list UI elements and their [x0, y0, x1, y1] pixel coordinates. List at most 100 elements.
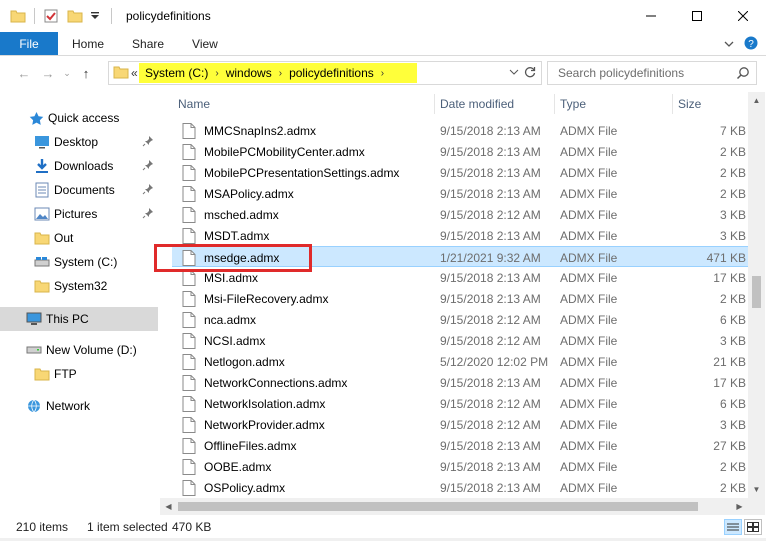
- scroll-left-icon[interactable]: ◀: [160, 498, 177, 515]
- nav-item-documents[interactable]: Documents: [0, 179, 158, 201]
- nav-item-ftp[interactable]: FTP: [0, 363, 158, 385]
- address-overflow[interactable]: «: [131, 66, 138, 80]
- nav-label: System32: [54, 279, 108, 293]
- horizontal-scroll-thumb[interactable]: [178, 502, 698, 511]
- file-name-cell: NCSI.admx: [182, 330, 265, 351]
- file-size: 7 KB: [719, 123, 746, 138]
- pin-icon[interactable]: [142, 135, 154, 150]
- column-header-type[interactable]: Type: [554, 92, 672, 116]
- maximize-button[interactable]: [674, 0, 720, 32]
- table-row[interactable]: OSPolicy.admx 9/15/2018 2:13 AM ADMX File 2…: [172, 477, 748, 498]
- table-row[interactable]: Netlogon.admx 5/12/2020 12:02 PM ADMX File…: [172, 351, 748, 372]
- properties-icon[interactable]: [43, 8, 59, 24]
- pin-icon[interactable]: [142, 159, 154, 174]
- file-size: 2 KB: [719, 480, 746, 495]
- nav-item-out[interactable]: Out: [0, 227, 158, 249]
- search-icon[interactable]: [736, 66, 750, 83]
- table-row[interactable]: MSDT.admx 9/15/2018 2:13 AM ADMX File 3 KB: [172, 225, 748, 246]
- search-placeholder: Search policydefinitions: [558, 66, 685, 80]
- chevron-right-icon[interactable]: ›: [378, 68, 387, 79]
- tab-file[interactable]: File: [0, 32, 58, 55]
- address-bar[interactable]: « System (C:) › windows › policydefiniti…: [108, 61, 542, 85]
- search-box[interactable]: Search policydefinitions: [547, 61, 757, 85]
- back-button[interactable]: ←: [12, 61, 36, 85]
- file-icon: [182, 122, 198, 139]
- new-folder-icon[interactable]: [67, 8, 83, 24]
- tab-share[interactable]: Share: [118, 32, 178, 55]
- forward-button[interactable]: →: [36, 61, 60, 85]
- table-row[interactable]: Msi-FileRecovery.admx 9/15/2018 2:13 AM AD…: [172, 288, 748, 309]
- nav-item-desktop[interactable]: Desktop: [0, 131, 158, 153]
- table-row[interactable]: NetworkConnections.admx 9/15/2018 2:13 AM…: [172, 372, 748, 393]
- breadcrumb-policydefinitions[interactable]: policydefinitions: [285, 66, 378, 80]
- file-date: 9/15/2018 2:13 AM: [440, 144, 541, 159]
- table-row[interactable]: nca.admx 9/15/2018 2:12 AM ADMX File 6 KB: [172, 309, 748, 330]
- nav-item-network[interactable]: Network: [0, 395, 158, 417]
- horizontal-scrollbar[interactable]: ◀ ▶: [160, 498, 748, 515]
- breadcrumb-windows[interactable]: windows: [222, 66, 276, 80]
- folder-icon[interactable]: [10, 8, 26, 24]
- table-row[interactable]: MobilePCPresentationSettings.admx 9/15/20…: [172, 162, 748, 183]
- file-size: 2 KB: [719, 291, 746, 306]
- file-date: 9/15/2018 2:13 AM: [440, 375, 541, 390]
- nav-item-this-pc[interactable]: This PC: [0, 307, 158, 331]
- file-icon: [182, 227, 198, 244]
- scroll-up-icon[interactable]: ▲: [748, 92, 765, 109]
- pin-icon[interactable]: [142, 183, 154, 198]
- tab-view[interactable]: View: [178, 32, 232, 55]
- table-row[interactable]: msched.admx 9/15/2018 2:12 AM ADMX File 3 K…: [172, 204, 748, 225]
- up-button[interactable]: ↑: [74, 61, 98, 85]
- nav-label: FTP: [54, 367, 77, 381]
- minimize-button[interactable]: [628, 0, 674, 32]
- tab-home[interactable]: Home: [58, 32, 118, 55]
- table-row[interactable]: MSAPolicy.admx 9/15/2018 2:13 AM ADMX File…: [172, 183, 748, 204]
- chevron-right-icon[interactable]: ›: [212, 68, 221, 79]
- pin-icon[interactable]: [142, 207, 154, 222]
- file-name: nca.admx: [204, 312, 257, 327]
- nav-item-system-c[interactable]: System (C:): [0, 251, 158, 273]
- address-dropdown-icon[interactable]: [509, 66, 519, 80]
- drive-icon: [34, 254, 50, 270]
- breadcrumb-system-c[interactable]: System (C:): [141, 66, 212, 80]
- table-row[interactable]: MobilePCMobilityCenter.admx 9/15/2018 2:1…: [172, 141, 748, 162]
- table-row[interactable]: OfflineFiles.admx 9/15/2018 2:13 AM ADMX F…: [172, 435, 748, 456]
- vertical-scrollbar[interactable]: ▲ ▼: [748, 92, 765, 498]
- file-name: Msi-FileRecovery.admx: [204, 291, 329, 306]
- recent-locations-button[interactable]: ⌄: [60, 61, 74, 85]
- nav-item-system32[interactable]: System32: [0, 275, 158, 297]
- column-header-name[interactable]: Name: [172, 92, 434, 116]
- column-header-size[interactable]: Size: [672, 92, 748, 116]
- scroll-down-icon[interactable]: ▼: [748, 481, 765, 498]
- nav-item-pictures[interactable]: Pictures: [0, 203, 158, 225]
- chevron-right-icon[interactable]: ›: [276, 68, 285, 79]
- help-icon[interactable]: ?: [744, 36, 758, 53]
- nav-item-quick-access[interactable]: Quick access: [0, 107, 158, 129]
- file-name: OOBE.admx: [204, 459, 272, 474]
- details-view-button[interactable]: [724, 519, 742, 535]
- scroll-right-icon[interactable]: ▶: [731, 498, 748, 515]
- close-button[interactable]: [720, 0, 766, 32]
- table-row[interactable]: OOBE.admx 9/15/2018 2:13 AM ADMX File 2 KB: [172, 456, 748, 477]
- file-icon: [182, 311, 198, 328]
- customize-qat-icon[interactable]: [87, 8, 103, 24]
- refresh-icon[interactable]: [523, 65, 537, 82]
- chevron-down-icon[interactable]: [724, 37, 734, 51]
- pc-icon: [26, 311, 42, 327]
- file-name: OfflineFiles.admx: [204, 438, 297, 453]
- table-row[interactable]: NetworkIsolation.admx 9/15/2018 2:12 AM AD…: [172, 393, 748, 414]
- file-type: ADMX File: [560, 186, 618, 201]
- table-row[interactable]: NCSI.admx 9/15/2018 2:12 AM ADMX File 3 KB: [172, 330, 748, 351]
- nav-item-downloads[interactable]: Downloads: [0, 155, 158, 177]
- vertical-scroll-thumb[interactable]: [752, 276, 761, 308]
- large-icons-view-button[interactable]: [744, 519, 762, 535]
- file-name-cell: Netlogon.admx: [182, 351, 285, 372]
- folder-icon: [34, 230, 50, 246]
- table-row[interactable]: NetworkProvider.admx 9/15/2018 2:12 AM ADM…: [172, 414, 748, 435]
- file-name-cell: MSAPolicy.admx: [182, 183, 294, 204]
- table-row[interactable]: MMCSnapIns2.admx 9/15/2018 2:13 AM ADMX Fi…: [172, 120, 748, 141]
- nav-item-new-volume-d[interactable]: New Volume (D:): [0, 339, 158, 361]
- column-header-date[interactable]: Date modified: [434, 92, 554, 116]
- file-type: ADMX File: [560, 312, 618, 327]
- file-name: MSDT.admx: [204, 228, 270, 243]
- file-type: ADMX File: [560, 291, 618, 306]
